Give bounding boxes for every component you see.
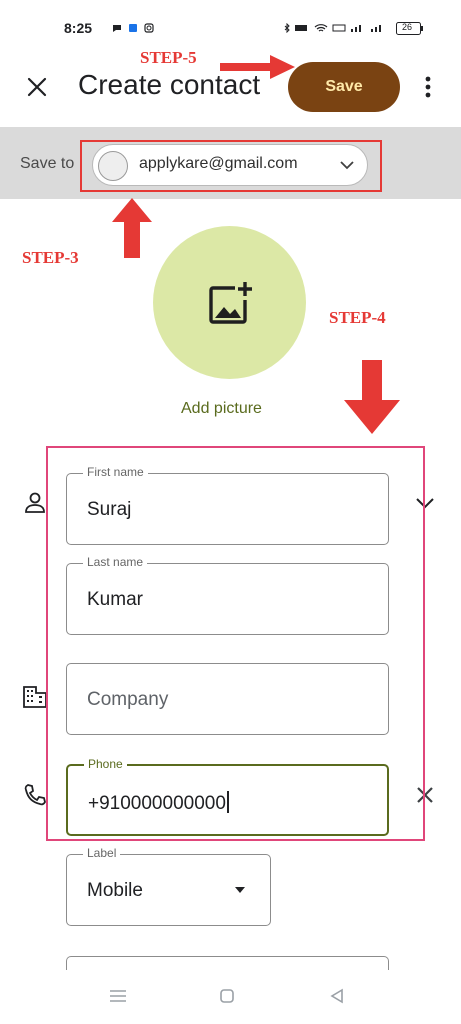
add-photo-icon xyxy=(209,282,252,324)
back-icon[interactable] xyxy=(328,987,346,1005)
save-button[interactable]: Save xyxy=(288,62,400,112)
volte-icon xyxy=(332,24,346,32)
bluetooth-icon xyxy=(284,23,290,33)
step3-annotation: STEP-3 xyxy=(22,248,79,267)
notification-icon xyxy=(129,24,137,32)
signal-icon xyxy=(351,25,361,32)
home-icon[interactable] xyxy=(218,987,236,1005)
step3-arrow xyxy=(112,198,152,258)
step3-highlight-box xyxy=(80,140,382,192)
menu-icon[interactable] xyxy=(108,988,128,1004)
close-icon[interactable] xyxy=(22,72,52,102)
system-nav-bar xyxy=(0,970,461,1024)
next-field[interactable] xyxy=(66,956,389,970)
notification-icon xyxy=(113,25,121,32)
more-options-icon[interactable] xyxy=(416,72,440,102)
add-picture-label[interactable]: Add picture xyxy=(181,400,262,418)
add-photo-button[interactable] xyxy=(153,226,306,379)
network-speed-icon xyxy=(295,25,307,31)
dropdown-arrow-icon xyxy=(235,887,245,893)
step4-highlight-box xyxy=(46,446,425,841)
business-icon xyxy=(23,686,47,708)
step5-arrow xyxy=(220,55,295,79)
phone-type-value: Mobile xyxy=(87,880,143,901)
person-icon xyxy=(25,492,45,513)
phone-icon xyxy=(24,784,46,806)
phone-type-dropdown[interactable]: Label Mobile xyxy=(66,846,271,926)
signal-icon xyxy=(371,25,381,32)
step4-arrow xyxy=(344,360,400,434)
save-to-label: Save to xyxy=(20,155,75,172)
phone-type-label: Label xyxy=(83,846,121,860)
wifi-icon xyxy=(314,24,328,32)
status-time: 8:25 xyxy=(64,20,93,36)
battery-level: 26 xyxy=(402,22,413,32)
instagram-icon xyxy=(144,23,154,33)
step4-annotation: STEP-4 xyxy=(329,308,386,327)
step5-annotation: STEP-5 xyxy=(140,48,197,67)
